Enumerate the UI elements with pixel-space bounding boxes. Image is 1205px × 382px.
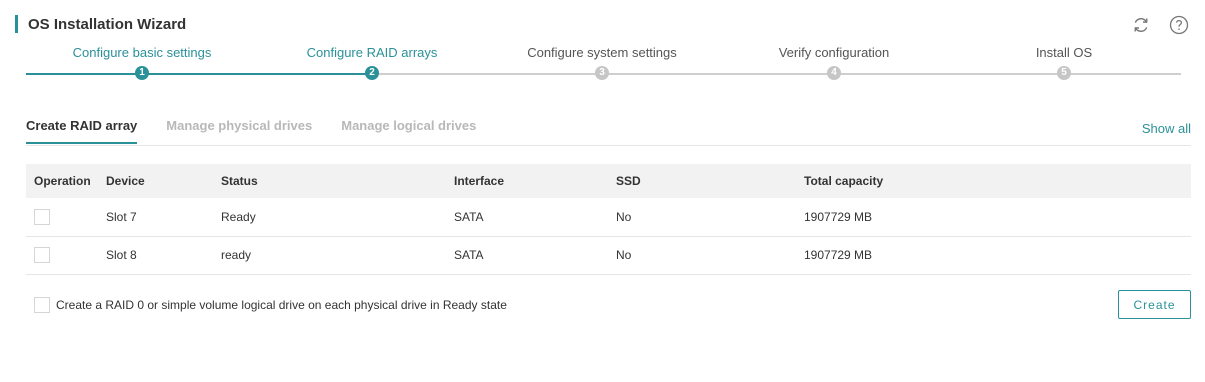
column-header-total-capacity: Total capacity	[796, 164, 1191, 198]
step-track-completed	[26, 73, 378, 75]
tab-create-raid-array[interactable]: Create RAID array	[26, 117, 138, 144]
refresh-icon[interactable]	[1129, 13, 1153, 37]
device-cell: Slot 8	[98, 236, 213, 275]
row-select-checkbox[interactable]	[34, 247, 50, 263]
raid0-each-drive-checkbox[interactable]	[34, 297, 50, 313]
step-label: Install OS	[1035, 45, 1093, 60]
column-header-ssd: SSD	[608, 164, 796, 198]
wizard-stepper: Configure basic settings 1 Configure RAI…	[26, 45, 1181, 85]
status-cell: Ready	[213, 198, 446, 237]
table-row: Slot 7 Ready SATA No 1907729 MB	[26, 198, 1191, 237]
ssd-cell: No	[608, 236, 796, 275]
raid-tabs: Create RAID array Manage physical drives…	[26, 117, 505, 144]
raid0-option: Create a RAID 0 or simple volume logical…	[34, 297, 507, 313]
row-select-checkbox[interactable]	[34, 208, 50, 225]
step-configure-basic-settings[interactable]: Configure basic settings 1	[42, 45, 242, 80]
create-button[interactable]: Create	[1118, 290, 1191, 319]
step-configure-raid-arrays[interactable]: Configure RAID arrays 2	[272, 45, 472, 80]
table-row: Slot 8 ready SATA No 1907729 MB	[26, 236, 1191, 275]
physical-drives-table: Operation Device Status Interface SSD To…	[26, 164, 1191, 275]
column-header-operation: Operation	[26, 164, 98, 198]
capacity-cell: 1907729 MB	[796, 236, 1191, 275]
ssd-cell: No	[608, 198, 796, 237]
step-install-os[interactable]: Install OS 5	[964, 45, 1164, 80]
raid0-option-label: Create a RAID 0 or simple volume logical…	[56, 298, 507, 312]
page-title: OS Installation Wizard	[28, 15, 187, 33]
step-number-badge: 1	[135, 66, 149, 80]
interface-cell: SATA	[446, 236, 608, 275]
column-header-interface: Interface	[446, 164, 608, 198]
step-configure-system-settings[interactable]: Configure system settings 3	[502, 45, 702, 80]
operation-cell	[26, 236, 98, 275]
title-accent-bar	[15, 15, 18, 33]
capacity-cell: 1907729 MB	[796, 198, 1191, 237]
step-label: Verify configuration	[778, 45, 890, 60]
step-label: Configure RAID arrays	[306, 45, 438, 60]
show-all-link[interactable]: Show all	[1142, 121, 1191, 136]
operation-cell	[26, 198, 98, 237]
tab-divider	[26, 145, 1191, 146]
step-number-badge: 5	[1057, 66, 1071, 80]
step-number-badge: 2	[365, 66, 379, 80]
table-header-row: Operation Device Status Interface SSD To…	[26, 164, 1191, 198]
header-actions	[1129, 13, 1191, 37]
wizard-header: OS Installation Wizard	[15, 14, 186, 34]
step-label: Configure system settings	[527, 45, 677, 60]
step-number-badge: 4	[827, 66, 841, 80]
step-label: Configure basic settings	[72, 45, 212, 60]
column-header-device: Device	[98, 164, 213, 198]
step-number-badge: 3	[595, 66, 609, 80]
device-cell: Slot 7	[98, 198, 213, 237]
help-icon[interactable]	[1167, 13, 1191, 37]
interface-cell: SATA	[446, 198, 608, 237]
step-verify-configuration[interactable]: Verify configuration 4	[734, 45, 934, 80]
column-header-status: Status	[213, 164, 446, 198]
tab-manage-physical-drives[interactable]: Manage physical drives	[166, 117, 312, 144]
tab-manage-logical-drives[interactable]: Manage logical drives	[341, 117, 476, 144]
status-cell: ready	[213, 236, 446, 275]
